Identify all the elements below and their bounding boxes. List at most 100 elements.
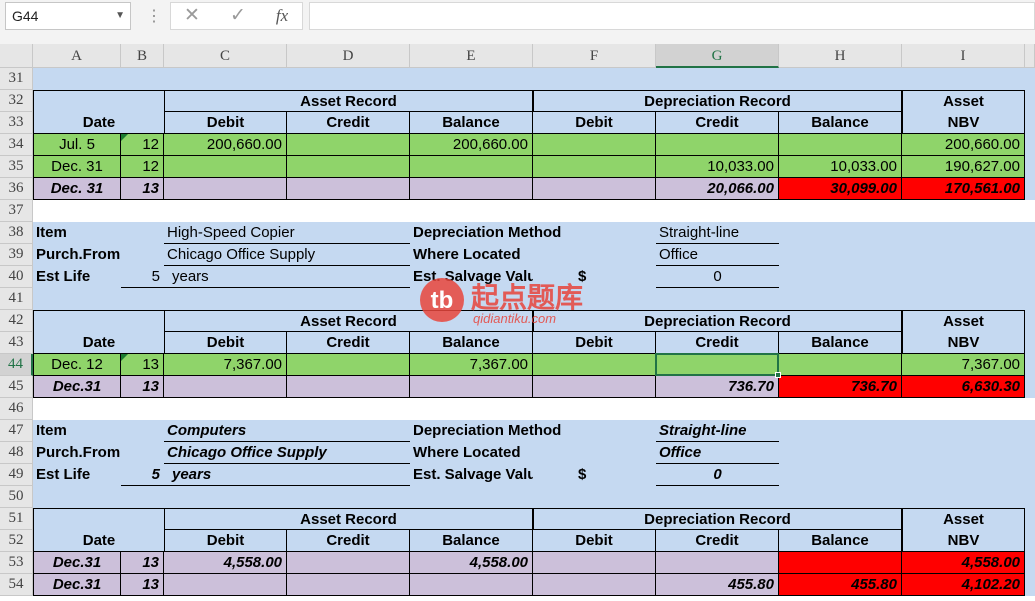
column-header-h[interactable]: H xyxy=(779,44,902,68)
date-cell[interactable]: Dec. 31 xyxy=(33,156,121,178)
row-header-52[interactable]: 52 xyxy=(0,530,33,552)
row-header-48[interactable]: 48 xyxy=(0,442,33,464)
column-header-a[interactable]: A xyxy=(33,44,121,68)
row-header-31[interactable]: 31 xyxy=(0,68,33,90)
asset-debit-cell[interactable] xyxy=(164,376,287,398)
row-header-42[interactable]: 42 xyxy=(0,310,33,332)
row-header-54[interactable]: 54 xyxy=(0,574,33,596)
dep-credit-cell[interactable]: 10,033.00 xyxy=(656,156,779,178)
column-header-e[interactable]: E xyxy=(410,44,533,68)
date-cell[interactable]: Dec. 31 xyxy=(33,178,121,200)
row-header-46[interactable]: 46 xyxy=(0,398,33,420)
row-header-45[interactable]: 45 xyxy=(0,376,33,398)
nbv-cell[interactable]: 200,660.00 xyxy=(902,134,1025,156)
asset-credit-cell[interactable] xyxy=(287,156,410,178)
date-cell[interactable]: Dec.31 xyxy=(33,552,121,574)
asset-credit-cell[interactable] xyxy=(287,354,410,376)
year-cell[interactable]: 13 xyxy=(121,178,164,200)
where-located-value[interactable]: Office xyxy=(656,244,779,266)
asset-debit-cell[interactable] xyxy=(164,574,287,596)
dep-credit-cell[interactable]: 736.70 xyxy=(656,376,779,398)
asset-debit-cell[interactable]: 7,367.00 xyxy=(164,354,287,376)
asset-debit-cell[interactable] xyxy=(164,178,287,200)
year-cell[interactable]: 12 xyxy=(121,156,164,178)
row-header-40[interactable]: 40 xyxy=(0,266,33,288)
dep-balance-cell[interactable] xyxy=(779,354,902,376)
selected-cell-g44[interactable] xyxy=(655,353,779,376)
nbv-cell[interactable]: 6,630.30 xyxy=(902,376,1025,398)
year-cell[interactable]: 13 xyxy=(121,354,164,376)
asset-credit-cell[interactable] xyxy=(287,552,410,574)
asset-balance-cell[interactable] xyxy=(410,376,533,398)
dep-debit-cell[interactable] xyxy=(533,354,656,376)
row-header-51[interactable]: 51 xyxy=(0,508,33,530)
salvage-value-value[interactable]: 0 xyxy=(656,266,779,288)
fx-icon[interactable]: fx xyxy=(267,3,297,29)
date-cell[interactable]: Dec.31 xyxy=(33,574,121,596)
row-header-38[interactable]: 38 xyxy=(0,222,33,244)
nbv-cell[interactable]: 4,558.00 xyxy=(902,552,1025,574)
dep-debit-cell[interactable] xyxy=(533,376,656,398)
row-header-47[interactable]: 47 xyxy=(0,420,33,442)
column-header-g[interactable]: G xyxy=(656,44,779,68)
row-header-34[interactable]: 34 xyxy=(0,134,33,156)
year-cell[interactable]: 13 xyxy=(121,574,164,596)
row-header-49[interactable]: 49 xyxy=(0,464,33,486)
column-header-j[interactable] xyxy=(1025,44,1035,68)
depreciation-method-value[interactable]: Straight-line xyxy=(656,420,779,442)
purch-from-value[interactable]: Chicago Office Supply xyxy=(164,442,410,464)
row-header-32[interactable]: 32 xyxy=(0,90,33,112)
est-life-value[interactable]: 5 xyxy=(121,266,164,288)
row-header-37[interactable]: 37 xyxy=(0,200,33,222)
nbv-cell[interactable]: 7,367.00 xyxy=(902,354,1025,376)
asset-credit-cell[interactable] xyxy=(287,376,410,398)
date-cell[interactable]: Jul. 5 xyxy=(33,134,121,156)
dep-debit-cell[interactable] xyxy=(533,552,656,574)
dep-debit-cell[interactable] xyxy=(533,178,656,200)
column-header-i[interactable]: I xyxy=(902,44,1025,68)
row-header-35[interactable]: 35 xyxy=(0,156,33,178)
asset-credit-cell[interactable] xyxy=(287,134,410,156)
purch-from-value[interactable]: Chicago Office Supply xyxy=(164,244,410,266)
dep-balance-cell[interactable]: 736.70 xyxy=(779,376,902,398)
asset-debit-cell[interactable]: 200,660.00 xyxy=(164,134,287,156)
depreciation-method-value[interactable]: Straight-line xyxy=(656,222,779,244)
dep-credit-cell[interactable]: 455.80 xyxy=(656,574,779,596)
fill-handle[interactable] xyxy=(775,372,781,378)
asset-balance-cell[interactable] xyxy=(410,156,533,178)
row-header-39[interactable]: 39 xyxy=(0,244,33,266)
item-value[interactable]: High-Speed Copier xyxy=(164,222,410,244)
column-header-b[interactable]: B xyxy=(121,44,164,68)
dep-balance-cell[interactable] xyxy=(779,134,902,156)
asset-balance-cell[interactable] xyxy=(410,178,533,200)
date-cell[interactable]: Dec. 12 xyxy=(33,354,121,376)
nbv-cell[interactable]: 4,102.20 xyxy=(902,574,1025,596)
asset-balance-cell[interactable] xyxy=(410,574,533,596)
dep-credit-cell[interactable] xyxy=(656,552,779,574)
asset-balance-cell[interactable]: 200,660.00 xyxy=(410,134,533,156)
dep-balance-cell[interactable]: 455.80 xyxy=(779,574,902,596)
check-icon[interactable]: ✓ xyxy=(223,3,253,29)
dep-debit-cell[interactable] xyxy=(533,574,656,596)
chevron-down-icon[interactable]: ▼ xyxy=(115,3,125,29)
est-life-value[interactable]: 5 xyxy=(121,464,164,486)
asset-balance-cell[interactable]: 7,367.00 xyxy=(410,354,533,376)
row-header-53[interactable]: 53 xyxy=(0,552,33,574)
more-options-icon[interactable]: ⋮ xyxy=(146,6,162,26)
dep-credit-cell[interactable]: 20,066.00 xyxy=(656,178,779,200)
year-cell[interactable]: 13 xyxy=(121,552,164,574)
dep-balance-cell[interactable] xyxy=(779,552,902,574)
row-header-41[interactable]: 41 xyxy=(0,288,33,310)
row-header-36[interactable]: 36 xyxy=(0,178,33,200)
item-value[interactable]: Computers xyxy=(164,420,410,442)
formula-input[interactable] xyxy=(309,2,1035,30)
column-header-d[interactable]: D xyxy=(287,44,410,68)
asset-debit-cell[interactable] xyxy=(164,156,287,178)
row-header-44[interactable]: 44 xyxy=(0,354,33,376)
nbv-cell[interactable]: 190,627.00 xyxy=(902,156,1025,178)
dep-balance-cell[interactable]: 10,033.00 xyxy=(779,156,902,178)
year-cell[interactable]: 13 xyxy=(121,376,164,398)
dep-balance-cell[interactable]: 30,099.00 xyxy=(779,178,902,200)
name-box[interactable]: G44 ▼ xyxy=(5,2,131,30)
row-header-43[interactable]: 43 xyxy=(0,332,33,354)
